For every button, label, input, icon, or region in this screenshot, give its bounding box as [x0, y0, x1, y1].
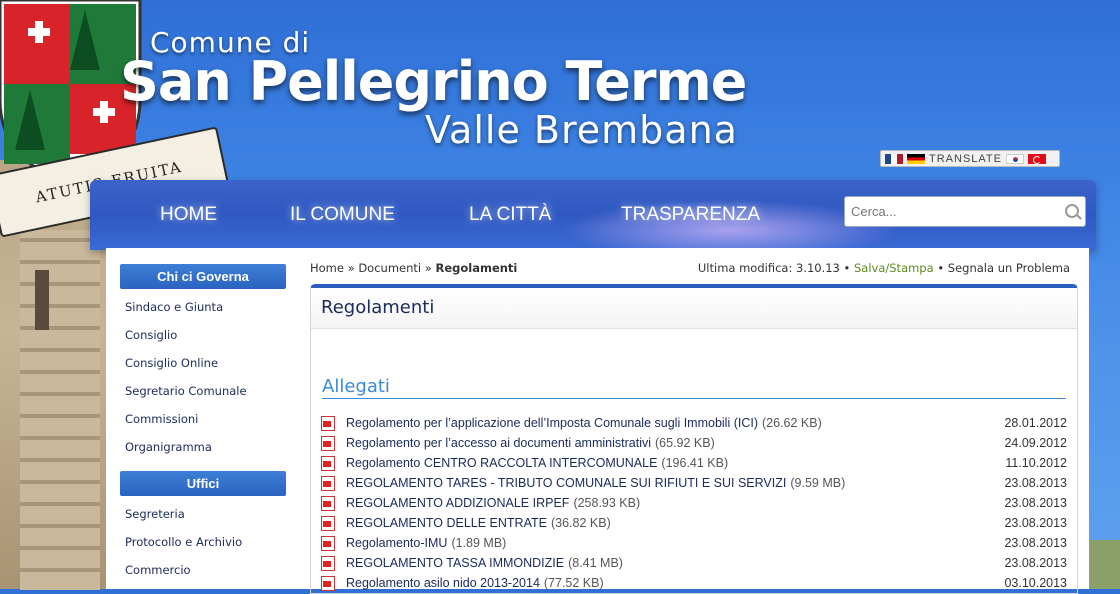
attachment-link[interactable]: REGOLAMENTO TARES - TRIBUTO COMUNALE SUI… — [346, 476, 786, 490]
attachment-row: Regolamento CENTRO RACCOLTA INTERCOMUNAL… — [321, 453, 1067, 473]
nav-la-citta[interactable]: LA CITTÀ — [469, 204, 551, 226]
attachment-size: (77.52 KB) — [543, 576, 604, 590]
attachment-date: 03.10.2013 — [1004, 576, 1067, 590]
pdf-icon[interactable] — [321, 495, 335, 511]
sidebar-item-commissioni[interactable]: Commissioni — [120, 405, 286, 433]
nav-home[interactable]: HOME — [160, 204, 217, 226]
pdf-icon[interactable] — [321, 455, 335, 471]
sidebar: Chi ci Governa Sindaco e Giunta Consigli… — [120, 264, 286, 584]
attachment-row: REGOLAMENTO DELLE ENTRATE (36.82 KB) 23.08… — [321, 513, 1067, 533]
sidebar-item-consiglio-online[interactable]: Consiglio Online — [120, 349, 286, 377]
attachment-size: (1.89 MB) — [451, 536, 507, 550]
page-title: Regolamenti — [311, 288, 1077, 329]
de-flag-icon[interactable] — [907, 153, 925, 164]
attachment-size: (9.59 MB) — [790, 476, 846, 490]
breadcrumb-documenti[interactable]: Documenti — [358, 261, 421, 275]
site-title: San Pellegrino Terme — [120, 50, 747, 113]
meta-bullet: • — [843, 261, 851, 275]
attachment-link[interactable]: REGOLAMENTO ADDIZIONALE IRPEF — [346, 496, 569, 510]
attachment-size: (65.92 KB) — [655, 436, 715, 450]
sidebar-item-commercio[interactable]: Commercio — [120, 556, 286, 584]
attachments-heading: Allegati — [322, 376, 1066, 399]
attachment-row: Regolamento asilo nido 2013-2014 (77.52 K… — [321, 573, 1067, 593]
attachment-date: 24.09.2012 — [1004, 436, 1067, 450]
translate-label[interactable]: TRANSLATE — [929, 153, 1002, 165]
translate-widget[interactable]: TRANSLATE — [880, 150, 1060, 167]
attachment-size: (258.93 KB) — [573, 496, 641, 510]
attachment-link[interactable]: REGOLAMENTO DELLE ENTRATE — [346, 516, 547, 530]
search-box — [844, 196, 1086, 227]
sidebar-item-protocollo-e-archivio[interactable]: Protocollo e Archivio — [120, 528, 286, 556]
fr-flag-icon[interactable] — [885, 153, 903, 164]
breadcrumb-separator: » — [424, 261, 432, 275]
sidebar-item-organigramma[interactable]: Organigramma — [120, 433, 286, 461]
attachment-date: 23.08.2013 — [1004, 476, 1067, 490]
attachment-date: 23.08.2013 — [1004, 516, 1067, 530]
attachment-row: REGOLAMENTO TASSA IMMONDIZIE (8.41 MB) 23.… — [321, 553, 1067, 573]
meta-bullet: • — [937, 261, 945, 275]
attachment-size: (8.41 MB) — [568, 556, 623, 570]
attachment-size: (36.82 KB) — [550, 516, 611, 530]
attachment-link[interactable]: Regolamento-IMU — [346, 536, 447, 550]
breadcrumb: Home » Documenti » Regolamenti — [310, 261, 517, 275]
pdf-icon[interactable] — [321, 575, 335, 591]
pdf-icon[interactable] — [321, 435, 335, 451]
search-icon[interactable] — [1065, 204, 1079, 218]
attachment-date: 23.08.2013 — [1004, 556, 1067, 570]
search-input[interactable] — [845, 197, 1057, 226]
page-content: Chi ci Governa Sindaco e Giunta Consigli… — [106, 248, 1089, 594]
attachment-link[interactable]: Regolamento per l’applicazione dell’Impo… — [346, 416, 758, 430]
sidebar-heading-uffici: Uffici — [120, 471, 286, 496]
attachments-list: Regolamento per l’applicazione dell’Impo… — [321, 413, 1067, 593]
attachment-link[interactable]: REGOLAMENTO TASSA IMMONDIZIE — [346, 556, 564, 570]
breadcrumb-separator: » — [347, 261, 355, 275]
building-tower — [20, 230, 100, 590]
pdf-icon[interactable] — [321, 515, 335, 531]
page-meta: Ultima modifica: 3.10.13 • Salva/Stampa … — [698, 261, 1070, 275]
attachment-row: Regolamento-IMU (1.89 MB) 23.08.2013 — [321, 533, 1067, 553]
attachment-link[interactable]: Regolamento asilo nido 2013-2014 — [346, 576, 540, 590]
attachment-date: 23.08.2013 — [1004, 536, 1067, 550]
attachment-date: 28.01.2012 — [1004, 416, 1067, 430]
attachment-row: REGOLAMENTO ADDIZIONALE IRPEF (258.93 KB)… — [321, 493, 1067, 513]
attachment-size: (26.62 KB) — [762, 416, 822, 430]
sidebar-item-consiglio[interactable]: Consiglio — [120, 321, 286, 349]
last-modified: Ultima modifica: 3.10.13 — [697, 261, 840, 275]
pdf-icon[interactable] — [321, 535, 335, 551]
background-foliage — [1090, 540, 1120, 589]
attachment-row: Regolamento per l’accesso ai documenti a… — [321, 433, 1067, 453]
attachment-row: REGOLAMENTO TARES - TRIBUTO COMUNALE SUI… — [321, 473, 1067, 493]
report-problem-link[interactable]: Segnala un Problema — [948, 261, 1070, 275]
nav-trasparenza[interactable]: TRASPARENZA — [621, 204, 760, 226]
pdf-icon[interactable] — [321, 475, 335, 491]
attachment-date: 23.08.2013 — [1004, 496, 1067, 510]
attachment-link[interactable]: Regolamento per l’accesso ai documenti a… — [346, 436, 651, 450]
content-panel: Regolamenti Allegati Regolamento per l’a… — [310, 284, 1078, 594]
breadcrumb-current: Regolamenti — [435, 261, 518, 275]
site-subtitle: Valle Brembana — [425, 108, 738, 152]
save-print-link[interactable]: Salva/Stampa — [854, 261, 934, 275]
attachment-link[interactable]: Regolamento CENTRO RACCOLTA INTERCOMUNAL… — [346, 456, 657, 470]
attachment-size: (196.41 KB) — [661, 456, 729, 470]
attachment-row: Regolamento per l’applicazione dell’Impo… — [321, 413, 1067, 433]
tr-flag-icon[interactable] — [1027, 153, 1046, 164]
breadcrumb-home[interactable]: Home — [310, 261, 344, 275]
sidebar-item-sindaco-e-giunta[interactable]: Sindaco e Giunta — [120, 293, 286, 321]
attachment-date: 11.10.2012 — [1005, 456, 1067, 470]
nav-il-comune[interactable]: IL COMUNE — [290, 204, 395, 226]
pdf-icon[interactable] — [321, 415, 335, 431]
pdf-icon[interactable] — [321, 555, 335, 571]
kr-flag-icon[interactable] — [1005, 153, 1024, 164]
sidebar-item-segreteria[interactable]: Segreteria — [120, 500, 286, 528]
sidebar-heading-chi-ci-governa: Chi ci Governa — [120, 264, 286, 289]
sidebar-item-segretario-comunale[interactable]: Segretario Comunale — [120, 377, 286, 405]
